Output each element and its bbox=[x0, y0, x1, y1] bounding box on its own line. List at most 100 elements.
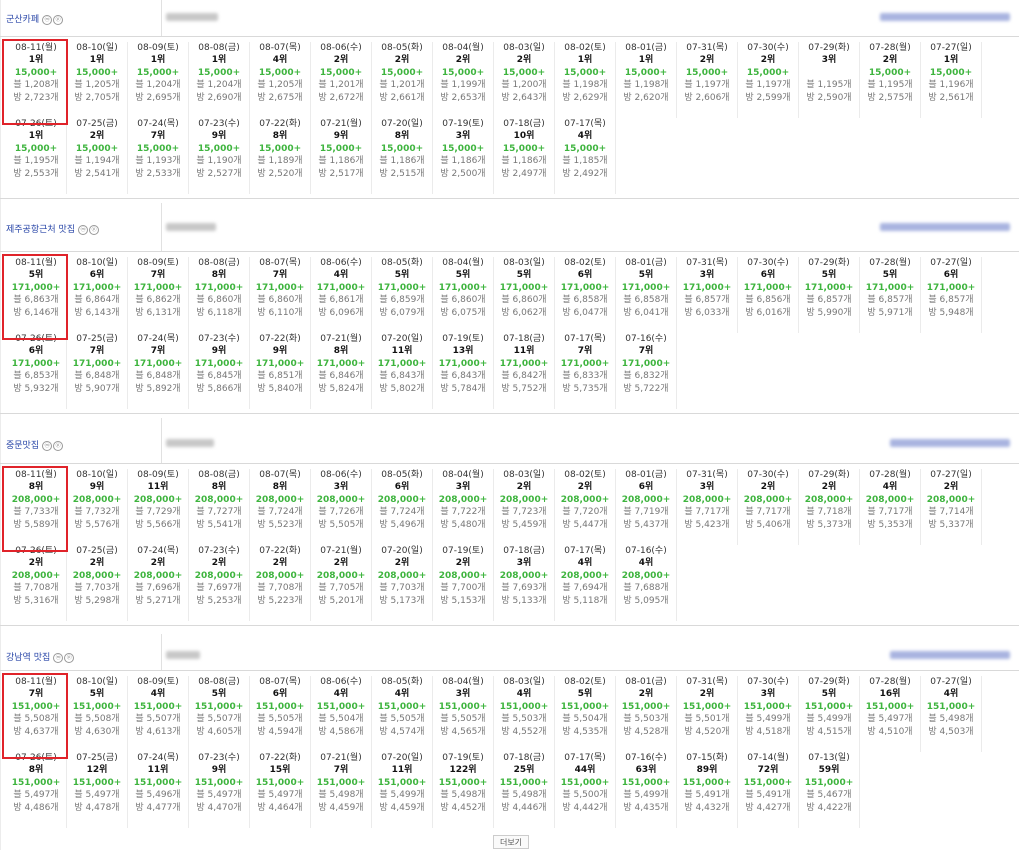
rank-cell: 07-25(금) 7위 171,000+ 블 6,848개 방 5,907개 bbox=[67, 333, 128, 409]
cell-posts: 블 1,194개 bbox=[74, 156, 120, 167]
keyword-title-text[interactable]: 강남역 맛집 bbox=[6, 653, 50, 663]
cell-date: 08-04(월) bbox=[442, 470, 484, 480]
cell-search: 208,000+ bbox=[865, 494, 915, 505]
cell-date: 07-13(일) bbox=[808, 753, 850, 763]
cell-date: 08-01(금) bbox=[625, 677, 667, 687]
rank-cell: 08-02(토) 2위 208,000+ 블 7,720개 방 5,447개 bbox=[555, 469, 616, 545]
cell-rooms: 방 4,442개 bbox=[562, 802, 608, 813]
cell-rank: 4위 bbox=[577, 131, 593, 142]
rank-cell: 08-02(토) 1위 15,000+ 블 1,198개 방 2,629개 bbox=[555, 42, 616, 118]
cell-date: 07-28(월) bbox=[869, 677, 911, 687]
cell-posts: 블 7,722개 bbox=[440, 507, 486, 518]
cell-search: 171,000+ bbox=[499, 282, 549, 293]
load-more-button[interactable]: 더보기 bbox=[493, 835, 529, 849]
rank-cell: 08-10(일) 9위 208,000+ 블 7,732개 방 5,576개 bbox=[67, 469, 128, 545]
cell-date: 07-18(금) bbox=[503, 119, 545, 129]
cell-date: 07-20(일) bbox=[381, 119, 423, 129]
cell-rank: 7위 bbox=[150, 131, 166, 142]
cell-search: 151,000+ bbox=[499, 777, 549, 788]
keyword-icons: ⓜ ⓟ bbox=[42, 440, 64, 451]
cell-posts: 블 6,857개 bbox=[867, 295, 913, 306]
pc-icon[interactable]: ⓟ bbox=[64, 653, 75, 663]
rank-cell: 08-06(수) 4위 151,000+ 블 5,504개 방 4,586개 bbox=[311, 676, 372, 752]
rank-grid: 08-11(월) 5위 171,000+ 블 6,863개 방 6,146개 08-10(… bbox=[0, 254, 1019, 409]
cell-rooms: 방 5,480개 bbox=[440, 519, 486, 530]
pc-icon[interactable]: ⓟ bbox=[53, 15, 64, 25]
cell-rank: 3위 bbox=[821, 55, 837, 66]
cell-search: 151,000+ bbox=[255, 777, 305, 788]
keyword-title-text[interactable]: 중문맛집 bbox=[6, 441, 39, 451]
keyword-title[interactable]: 제주공항근처 맛집 ⓜ ⓟ bbox=[6, 222, 100, 235]
cell-rank: 4위 bbox=[333, 689, 349, 700]
cell-search bbox=[799, 67, 859, 79]
cell-posts: 블 6,832개 bbox=[623, 371, 669, 382]
cell-rooms: 방 5,840개 bbox=[257, 383, 303, 394]
cell-date: 08-05(화) bbox=[381, 677, 423, 687]
cell-rooms: 방 5,566개 bbox=[135, 519, 181, 530]
rank-cell: 08-08(금) 5위 151,000+ 블 5,507개 방 4,605개 bbox=[189, 676, 250, 752]
cell-rooms: 방 5,948개 bbox=[928, 307, 974, 318]
cell-date: 08-03(일) bbox=[503, 43, 545, 53]
cell-posts: 블 6,843개 bbox=[379, 371, 425, 382]
cell-rooms: 방 4,503개 bbox=[928, 726, 974, 737]
pc-icon[interactable]: ⓟ bbox=[89, 225, 100, 235]
cell-rooms: 방 2,517개 bbox=[318, 168, 364, 179]
cell-date: 07-16(수) bbox=[625, 334, 667, 344]
cell-rooms: 방 4,518개 bbox=[745, 726, 791, 737]
rank-cell: 07-29(화) 5위 171,000+ 블 6,857개 방 5,990개 bbox=[799, 257, 860, 333]
today-highlight bbox=[2, 466, 68, 552]
keyword-title-text[interactable]: 제주공항근처 맛집 bbox=[6, 225, 75, 235]
cell-date: 08-02(토) bbox=[564, 677, 606, 687]
cell-rank: 89위 bbox=[696, 765, 718, 776]
keyword-title[interactable]: 중문맛집 ⓜ ⓟ bbox=[6, 438, 64, 451]
cell-rank: 5위 bbox=[394, 270, 410, 281]
cell-rank: 12위 bbox=[86, 765, 108, 776]
rank-cell: 07-20(일) 8위 15,000+ 블 1,186개 방 2,515개 bbox=[372, 118, 433, 194]
cell-search: 15,000+ bbox=[502, 143, 546, 154]
cell-rooms: 방 4,464개 bbox=[257, 802, 303, 813]
cell-search: 208,000+ bbox=[682, 494, 732, 505]
cell-rooms: 방 5,523개 bbox=[257, 519, 303, 530]
cell-posts: 블 5,498개 bbox=[440, 790, 486, 801]
cell-date: 08-10(일) bbox=[76, 470, 118, 480]
rank-cell: 08-08(금) 1위 15,000+ 블 1,204개 방 2,690개 bbox=[189, 42, 250, 118]
keyword-title-text[interactable]: 군산카페 bbox=[6, 15, 39, 25]
cell-rank: 5위 bbox=[821, 270, 837, 281]
cell-rooms: 방 5,459개 bbox=[501, 519, 547, 530]
cell-search: 15,000+ bbox=[197, 143, 241, 154]
rank-cell: 08-05(화) 6위 208,000+ 블 7,724개 방 5,496개 bbox=[372, 469, 433, 545]
mobile-icon[interactable]: ⓜ bbox=[53, 653, 64, 663]
cell-posts: 블 1,195개 bbox=[867, 80, 913, 91]
keyword-title[interactable]: 군산카페 ⓜ ⓟ bbox=[6, 12, 64, 25]
cell-rank: 4위 bbox=[577, 558, 593, 569]
cell-date: 07-18(금) bbox=[503, 753, 545, 763]
cell-rooms: 방 4,586개 bbox=[318, 726, 364, 737]
cell-search: 15,000+ bbox=[441, 143, 485, 154]
cell-rooms: 방 4,510개 bbox=[867, 726, 913, 737]
cell-search: 208,000+ bbox=[133, 494, 183, 505]
cell-search: 151,000+ bbox=[194, 701, 244, 712]
rank-cell: 08-06(수) 3위 208,000+ 블 7,726개 방 5,505개 bbox=[311, 469, 372, 545]
pc-icon[interactable]: ⓟ bbox=[53, 441, 64, 451]
cell-rank: 6위 bbox=[28, 346, 44, 357]
keyword-title[interactable]: 강남역 맛집 ⓜ ⓟ bbox=[6, 650, 75, 663]
rank-cell: 07-22(화) 8위 15,000+ 블 1,189개 방 2,520개 bbox=[250, 118, 311, 194]
cell-date: 07-20(일) bbox=[381, 334, 423, 344]
cell-rank: 4위 bbox=[882, 482, 898, 493]
cell-search: 151,000+ bbox=[377, 777, 427, 788]
cell-rank: 2위 bbox=[89, 558, 105, 569]
mobile-icon[interactable]: ⓜ bbox=[42, 15, 53, 25]
cell-posts: 블 6,857개 bbox=[806, 295, 852, 306]
mobile-icon[interactable]: ⓜ bbox=[78, 225, 89, 235]
cell-rank: 2위 bbox=[516, 55, 532, 66]
cell-posts: 블 7,723개 bbox=[501, 507, 547, 518]
cell-search: 171,000+ bbox=[621, 358, 671, 369]
rank-cell: 07-23(수) 2위 208,000+ 블 7,697개 방 5,253개 bbox=[189, 545, 250, 621]
mobile-icon[interactable]: ⓜ bbox=[42, 441, 53, 451]
cell-date: 08-07(목) bbox=[259, 677, 301, 687]
rank-cell: 07-29(화) 3위 블 1,195개 방 2,590개 bbox=[799, 42, 860, 118]
cell-rank: 8위 bbox=[28, 765, 44, 776]
cell-rank: 6위 bbox=[394, 482, 410, 493]
cell-rooms: 방 4,613개 bbox=[135, 726, 181, 737]
cell-date: 08-02(토) bbox=[564, 43, 606, 53]
